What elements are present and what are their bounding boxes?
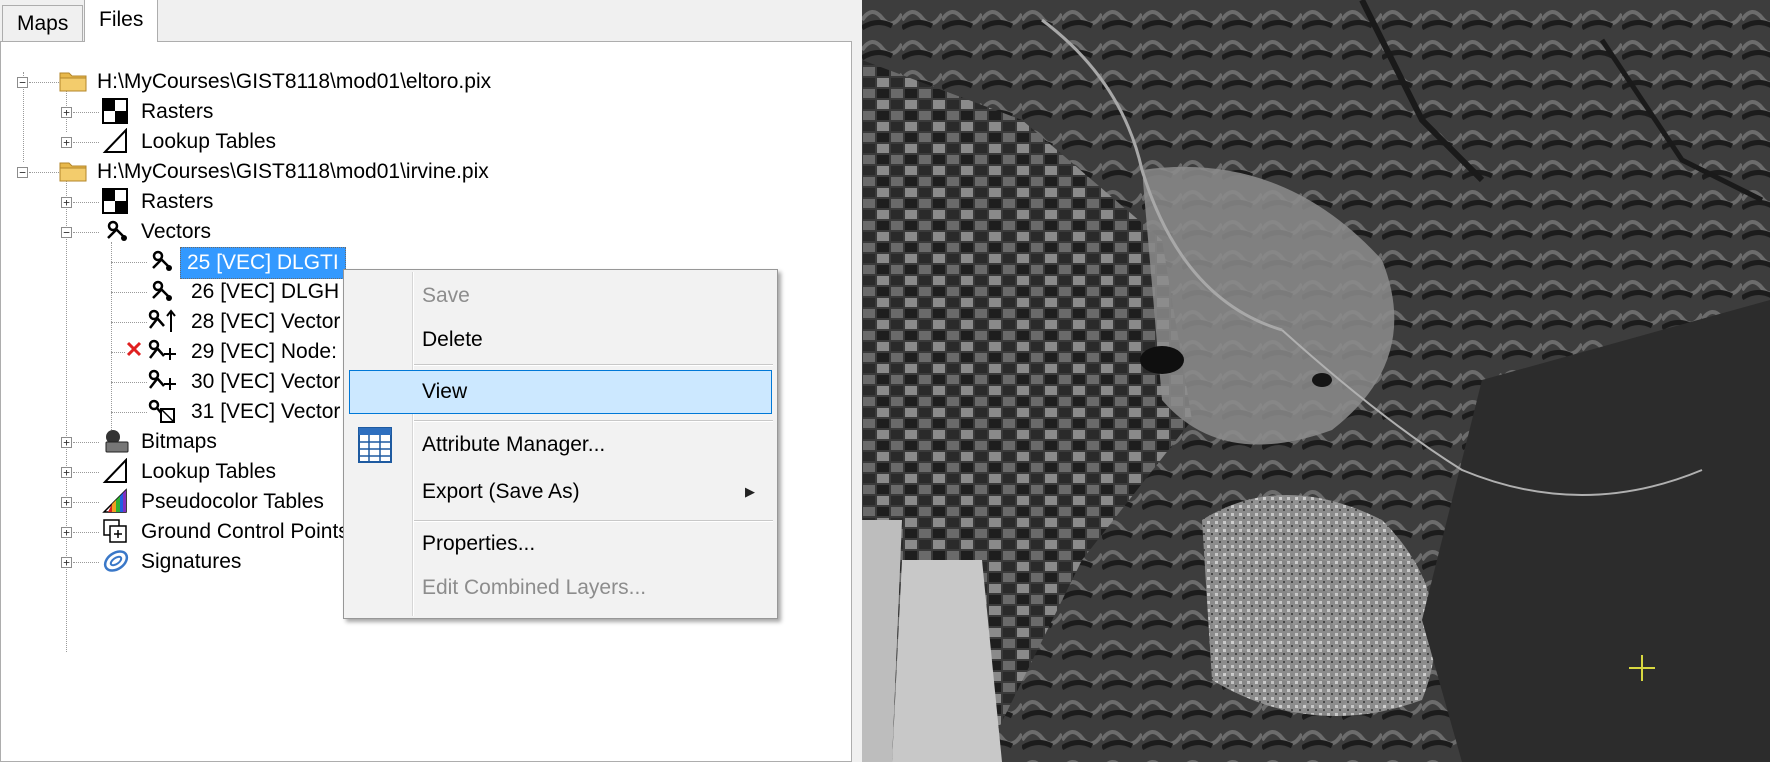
menu-item-attribute-manager[interactable]: Attribute Manager... — [346, 425, 775, 465]
tree-item-pseudocolor-tables[interactable]: Pseudocolor Tables — [141, 487, 324, 517]
tree-connector — [29, 82, 59, 83]
menu-item-view[interactable]: View — [349, 370, 772, 414]
menu-separator — [414, 520, 773, 522]
tree-connector — [73, 472, 99, 473]
collapse-toggle[interactable]: − — [17, 77, 28, 88]
vector-icon — [104, 218, 130, 244]
menu-item-delete[interactable]: Delete — [346, 320, 775, 360]
tree-connector — [73, 142, 99, 143]
tree-connector — [111, 292, 147, 293]
tree-item-bitmaps[interactable]: Bitmaps — [141, 427, 217, 457]
expand-toggle[interactable]: + — [61, 557, 72, 568]
tree-connector — [111, 322, 147, 323]
raster-grid-icon — [102, 98, 128, 124]
raster-grid-icon — [102, 188, 128, 214]
tree-connector — [66, 172, 67, 652]
tree-item-vector-25[interactable]: 25 [VEC] DLGTI — [180, 247, 346, 279]
expand-toggle[interactable]: + — [61, 137, 72, 148]
satellite-image — [862, 0, 1770, 762]
bitmap-icon — [102, 428, 129, 454]
expand-toggle[interactable]: + — [61, 497, 72, 508]
tree-connector — [73, 112, 99, 113]
pseudocolor-icon — [102, 488, 128, 514]
folder-icon — [59, 68, 87, 94]
expand-toggle[interactable]: + — [61, 527, 72, 538]
gcp-icon — [102, 518, 128, 544]
tree-connector — [73, 532, 99, 533]
panel-splitter[interactable] — [852, 0, 862, 762]
tree-item-lookup-tables[interactable]: Lookup Tables — [141, 127, 276, 157]
tree-item-vector-29[interactable]: 29 [VEC] Node: — [191, 337, 337, 367]
lookup-table-icon — [102, 127, 128, 154]
tree-item-lookup-tables[interactable]: Lookup Tables — [141, 457, 276, 487]
expand-toggle[interactable]: + — [61, 197, 72, 208]
tree-connector — [29, 172, 59, 173]
table-grid-icon — [358, 427, 394, 467]
tree-item-vectors[interactable]: Vectors — [141, 217, 211, 247]
expand-toggle[interactable]: + — [61, 437, 72, 448]
signature-icon — [102, 548, 129, 574]
tab-files[interactable]: Files — [84, 0, 159, 42]
file-path-label[interactable]: H:\MyCourses\GIST8118\mod01\eltoro.pix — [97, 67, 491, 97]
vector-node-icon — [147, 338, 176, 364]
tree-connector — [111, 382, 147, 383]
crosshair-cursor-icon — [1628, 654, 1656, 682]
tree-item-rasters[interactable]: Rasters — [141, 187, 213, 217]
menu-item-save[interactable]: Save — [346, 276, 775, 316]
lookup-table-icon — [102, 457, 128, 484]
tree-item-vector-31[interactable]: 31 [VEC] Vector — [191, 397, 340, 427]
tree-connector — [111, 262, 147, 263]
error-x-icon — [125, 340, 143, 358]
menu-item-label: Attribute Manager... — [422, 433, 606, 456]
tree-connector — [73, 442, 99, 443]
menu-item-properties[interactable]: Properties... — [346, 524, 775, 564]
tab-strip: Maps Files — [0, 0, 856, 42]
tree-item-rasters[interactable]: Rasters — [141, 97, 213, 127]
tree-item-vector-26[interactable]: 26 [VEC] DLGH — [191, 277, 339, 307]
menu-separator — [414, 364, 773, 366]
expand-toggle[interactable]: + — [61, 467, 72, 478]
satellite-image-view[interactable] — [862, 0, 1770, 762]
tree-item-vector-30[interactable]: 30 [VEC] Vector — [191, 367, 340, 397]
tree-item-vector-28[interactable]: 28 [VEC] Vector — [191, 307, 340, 337]
file-path-label[interactable]: H:\MyCourses\GIST8118\mod01\irvine.pix — [97, 157, 489, 187]
tree-item-signatures[interactable]: Signatures — [141, 547, 241, 577]
vector-layer-icon — [149, 278, 175, 304]
tree-connector — [73, 562, 99, 563]
vector-node-icon — [147, 368, 176, 394]
tree-connector — [111, 352, 125, 353]
menu-item-edit-combined-layers[interactable]: Edit Combined Layers... — [346, 568, 775, 608]
tab-maps[interactable]: Maps — [2, 5, 84, 42]
context-menu: Save Delete View Attribute Manager... Ex… — [343, 269, 778, 619]
menu-item-label: Export (Save As) — [422, 480, 580, 503]
vector-arrow-icon — [147, 308, 176, 334]
tree-connector — [73, 502, 99, 503]
menu-separator — [414, 420, 773, 422]
submenu-arrow-icon: ▶ — [745, 484, 755, 499]
expand-toggle[interactable]: + — [61, 107, 72, 118]
tree-connector — [73, 202, 99, 203]
tree-connector — [73, 232, 99, 233]
folder-icon — [59, 158, 87, 184]
tree-connector — [111, 412, 147, 413]
tree-connector — [111, 242, 112, 452]
collapse-toggle[interactable]: − — [17, 167, 28, 178]
menu-item-export[interactable]: Export (Save As) ▶ — [346, 472, 775, 512]
tree-item-ground-control-points[interactable]: Ground Control Points — [141, 517, 349, 547]
vector-box-icon — [147, 398, 175, 424]
collapse-toggle[interactable]: − — [61, 227, 72, 238]
vector-layer-icon — [149, 248, 175, 274]
